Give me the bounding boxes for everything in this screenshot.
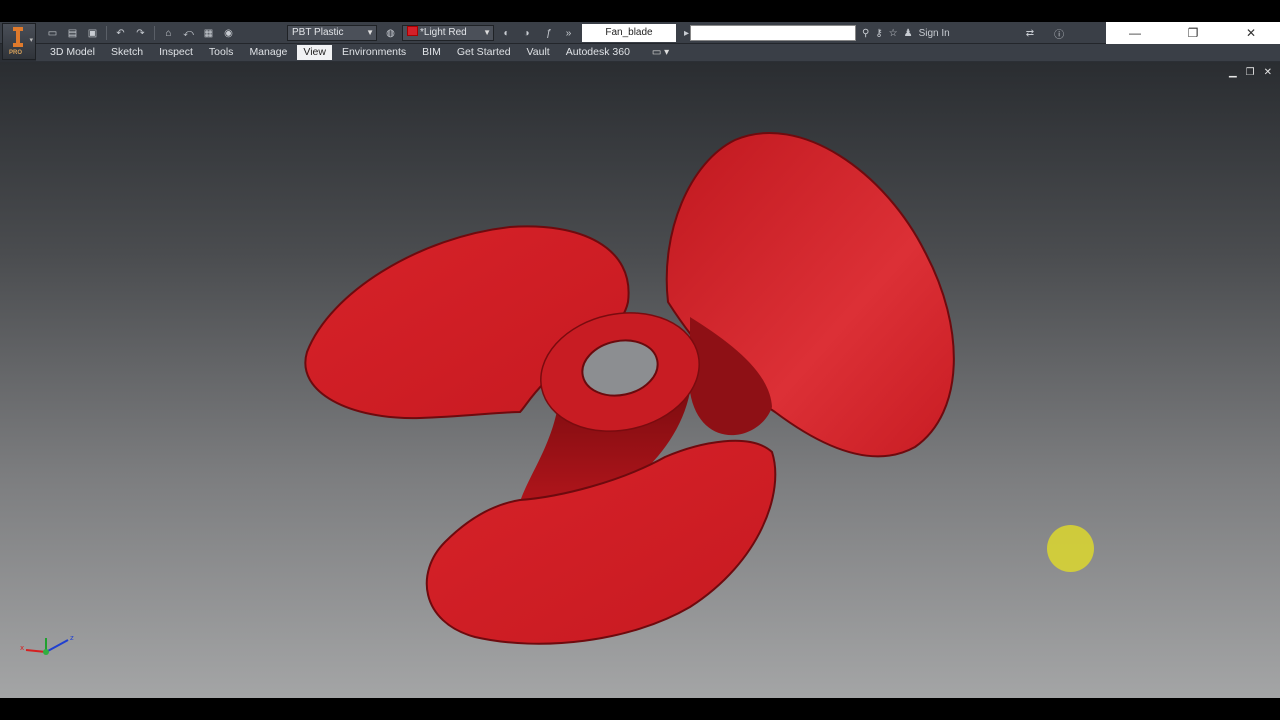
material-dropdown[interactable]: PBT Plastic ▼: [287, 25, 377, 41]
qat-icon-group: ▭ ▤ ▣ ↶ ↷ ⌂ ⤺ ▦ ◉: [44, 25, 237, 41]
undo-icon[interactable]: ↶: [112, 25, 129, 41]
clear-appearance-icon[interactable]: ◐: [498, 25, 515, 41]
adjust-appearance-icon[interactable]: ◑: [518, 25, 535, 41]
appearance-value: *Light Red: [420, 27, 467, 38]
restore-icon[interactable]: ❐: [1164, 22, 1222, 44]
appearance-dropdown[interactable]: *Light Red ▼: [402, 25, 494, 41]
letterbox-bottom: [0, 698, 1280, 720]
ribbon-options-icon[interactable]: ▭ ▾: [652, 47, 669, 58]
star-icon[interactable]: ☆: [889, 28, 898, 39]
tab-sketch[interactable]: Sketch: [105, 45, 149, 60]
parameters-icon[interactable]: ƒ: [540, 25, 557, 41]
chevron-down-icon: ▼: [483, 28, 491, 37]
view-triad-icon[interactable]: x z: [18, 632, 78, 662]
fan-blade-model[interactable]: [0, 62, 1280, 698]
tab-inspect[interactable]: Inspect: [153, 45, 199, 60]
tab-environments[interactable]: Environments: [336, 45, 412, 60]
save-icon[interactable]: ▣: [84, 25, 101, 41]
chevron-down-icon: ▾: [29, 37, 33, 44]
new-file-icon[interactable]: ▭: [44, 25, 61, 41]
svg-text:z: z: [70, 634, 74, 642]
toolbar-separator: [106, 26, 107, 40]
window-controls: — ❐ ✕: [1106, 22, 1280, 44]
tab-manage[interactable]: Manage: [243, 45, 293, 60]
tab-view[interactable]: View: [297, 45, 332, 60]
toolbar-separator: [154, 26, 155, 40]
svg-text:x: x: [20, 644, 24, 652]
update-icon[interactable]: ▦: [200, 25, 217, 41]
color-swatch-icon: [407, 26, 418, 36]
graphics-viewport[interactable]: ▁ ❐ ✕ x z: [0, 62, 1280, 698]
binoculars-icon[interactable]: ⚲: [862, 28, 869, 39]
return-icon[interactable]: ⤺: [180, 25, 197, 41]
help-tools: ⚲ ⚷ ☆ ♟ Sign In ⇄ ⓘ: [862, 25, 1064, 41]
tab-vault[interactable]: Vault: [521, 45, 556, 60]
search-input[interactable]: [690, 25, 856, 41]
quick-access-toolbar: ▭ ▤ ▣ ↶ ↷ ⌂ ⤺ ▦ ◉ PBT Plastic ▼ ◍ *Light…: [0, 22, 1280, 44]
application-menu-button[interactable]: PRO ▾: [2, 23, 36, 60]
material-value: PBT Plastic: [292, 27, 344, 38]
chevron-down-icon: ▼: [366, 28, 374, 37]
minimize-icon[interactable]: —: [1106, 22, 1164, 44]
close-icon[interactable]: ✕: [1222, 22, 1280, 44]
app-badge: PRO: [9, 50, 23, 56]
tab-bim[interactable]: BIM: [416, 45, 447, 60]
help-icon[interactable]: ⓘ: [1054, 26, 1064, 41]
home-icon[interactable]: ⌂: [160, 25, 177, 41]
user-icon[interactable]: ♟: [904, 28, 913, 39]
tab-tools[interactable]: Tools: [203, 45, 240, 60]
inventor-logo-icon: [13, 27, 23, 47]
key-icon[interactable]: ⚷: [875, 28, 882, 39]
document-title: Fan_blade: [582, 24, 676, 42]
sign-in-link[interactable]: Sign In: [919, 28, 950, 39]
cursor-highlight: [1047, 525, 1094, 572]
open-file-icon[interactable]: ▤: [64, 25, 81, 41]
tab-get-started[interactable]: Get Started: [451, 45, 517, 60]
ribbon-tabs: 3D Model Sketch Inspect Tools Manage Vie…: [36, 44, 1280, 61]
letterbox-top: [0, 0, 1280, 22]
more-icon[interactable]: »: [560, 25, 577, 41]
inventor-window: ▭ ▤ ▣ ↶ ↷ ⌂ ⤺ ▦ ◉ PBT Plastic ▼ ◍ *Light…: [0, 22, 1280, 698]
select-icon[interactable]: ◉: [220, 25, 237, 41]
appearance-sphere-icon[interactable]: ◍: [382, 25, 399, 41]
tab-3d-model[interactable]: 3D Model: [44, 45, 101, 60]
exchange-icon[interactable]: ⇄: [1026, 28, 1034, 39]
tab-autodesk-360[interactable]: Autodesk 360: [560, 45, 636, 60]
redo-icon[interactable]: ↷: [132, 25, 149, 41]
